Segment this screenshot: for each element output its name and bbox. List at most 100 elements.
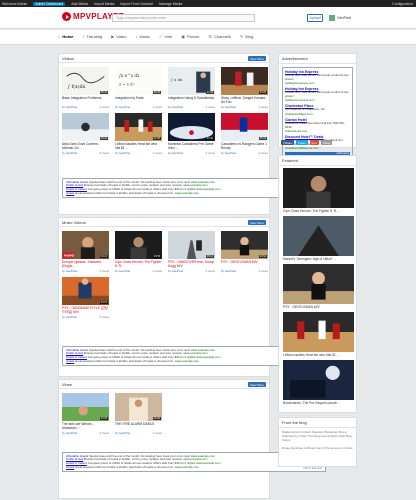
- sidebar-ad-item[interactable]: Charleston Place 205 Meeting St Charlesto…: [285, 104, 350, 116]
- ad-link[interactable]: Hotels in Ireland: [66, 462, 87, 465]
- video-card[interactable]: 03:05 Shaq, LeBron, Dwight Howard All-Fun…: [221, 67, 268, 109]
- video-title[interactable]: PSY - HANGOVER feat. Snoop Dogg M/V: [168, 260, 215, 268]
- video-author[interactable]: by GenPixel: [62, 269, 77, 273]
- share-button[interactable]: Share: [320, 140, 333, 145]
- video-thumbnail[interactable]: ∫x e^x dx u = x dv 06:45: [115, 67, 162, 95]
- admin-dashboard-link[interactable]: Admin Dashboard: [33, 1, 66, 6]
- video-card[interactable]: 05:16 Canadiens vs Rangers Game 1 Recap by…: [221, 113, 268, 155]
- sidebar-ad-item[interactable]: Holiday Inn Express Official Site. Stay S…: [285, 87, 350, 102]
- video-author[interactable]: by GenPixel: [115, 151, 130, 155]
- video-card[interactable]: ∫ u du 09:20 Integration Using U Substitut…: [168, 67, 215, 109]
- featured-title[interactable]: Gym Class Heroes: The Fighter ft. R...: [283, 209, 352, 213]
- featured-thumbnail[interactable]: [283, 264, 354, 304]
- video-thumbnail[interactable]: ∫ u du 09:20: [168, 67, 215, 95]
- video-title[interactable]: The ants are Winnin... #Ireaction ...: [62, 422, 109, 430]
- ad-label[interactable]: Ads by Example: [303, 467, 322, 470]
- user-menu[interactable]: GenPixel: [329, 15, 351, 21]
- video-author[interactable]: by GenPixel: [168, 151, 183, 155]
- video-author[interactable]: by GenPixel: [62, 151, 77, 155]
- featured-title[interactable]: PSY - GENTLEMAN M/V: [283, 305, 352, 309]
- video-thumbnail[interactable]: ∫ f(x)dx 08:31: [62, 67, 109, 95]
- video-card[interactable]: vevo 04:14 Enrique Iglesias - Bailando (En…: [62, 231, 109, 273]
- video-title[interactable]: Enrique Iglesias - Bailando (Englis...: [62, 260, 109, 268]
- video-author[interactable]: by GenPixel: [115, 269, 130, 273]
- video-title[interactable]: Integration by Parts: [115, 96, 162, 104]
- nav-item-blog[interactable]: ✎ Blog: [240, 34, 253, 39]
- nav-item-music[interactable]: ♪ Music: [135, 34, 149, 39]
- add-media-link[interactable]: Add Media: [71, 2, 88, 6]
- nav-item-home[interactable]: ⌂ Home: [58, 34, 74, 39]
- featured-item[interactable]: Borderlands: The Pre-Sequel Launch ...: [283, 360, 354, 405]
- featured-thumbnail[interactable]: [283, 360, 354, 400]
- ad-link[interactable]: Hotels in Ireland: [66, 356, 87, 359]
- video-author[interactable]: by GenPixel: [221, 269, 236, 273]
- share-button[interactable]: Tweet: [296, 140, 308, 145]
- sidebar-ad-item[interactable]: Clarion Hotel Charleston Real Near Hotel …: [285, 118, 350, 133]
- import-youtube-link[interactable]: Import From Youtube: [120, 2, 153, 6]
- video-card[interactable]: ∫x e^x dx u = x dv 06:45 Integration by Par…: [115, 67, 162, 109]
- video-author[interactable]: by GenPixel: [62, 315, 77, 319]
- video-card[interactable]: 00:06 The ants are Winnin... #Ireaction .…: [62, 393, 109, 435]
- ad-link[interactable]: Dublin Hotels: [66, 184, 83, 187]
- import-media-link[interactable]: Import Media: [94, 2, 114, 6]
- ad-link[interactable]: Hotels in Ireland: [66, 188, 87, 191]
- video-title[interactable]: LeBron tackles Heat fan who hits $1 ...: [115, 142, 162, 150]
- featured-title[interactable]: Marvel's "Avengers: Age of Ultron" ...: [283, 257, 352, 261]
- ad-link[interactable]: Affordable Hotels: [66, 455, 88, 458]
- video-title[interactable]: PSY - GENTLEMAN M/V: [221, 260, 268, 268]
- video-thumbnail[interactable]: 04:12: [62, 113, 109, 141]
- ad-link[interactable]: Dublin Hotels: [66, 352, 83, 355]
- ad-link[interactable]: Hotels: [66, 360, 74, 363]
- video-thumbnail[interactable]: 00:06: [115, 393, 162, 421]
- video-title[interactable]: Shaq, LeBron, Dwight Howard All-Fun: [221, 96, 268, 104]
- blog-post-link[interactable]: Dallas Airport Incident Pastrami Bystand…: [279, 428, 356, 444]
- video-card[interactable]: 00:06 THE FIRE ALARM DANCE by GenPixel 3 vi…: [115, 393, 162, 435]
- share-button[interactable]: f Share: [281, 140, 295, 145]
- video-card[interactable]: 03:56 Gym Class Heroes: The Fighter ft. R…: [115, 231, 162, 273]
- video-title[interactable]: Gym Class Heroes: The Fighter ft. R...: [115, 260, 162, 268]
- video-author[interactable]: by GenPixel: [62, 431, 77, 435]
- video-title[interactable]: Alba Dam Ouvk Content - Michael Jul ...: [62, 142, 109, 150]
- ad-link[interactable]: Affordable Hotels: [66, 349, 88, 352]
- ad-link[interactable]: Dublin Hotels: [66, 458, 83, 461]
- nav-item-channels[interactable]: ☰ Channels: [208, 34, 231, 39]
- video-thumbnail[interactable]: vevo 04:14: [62, 231, 109, 259]
- video-card[interactable]: 04:12 Alba Dam Ouvk Content - Michael Jul…: [62, 113, 109, 155]
- featured-item[interactable]: LeBron tackles Heat fan who hits $1 ...: [283, 312, 354, 357]
- video-thumbnail[interactable]: 02:40: [168, 113, 215, 141]
- view-more-button[interactable]: View More: [247, 220, 266, 225]
- view-more-button[interactable]: View More: [247, 382, 266, 387]
- video-title[interactable]: Integration Using U Substitution: [168, 96, 215, 104]
- video-card[interactable]: ∫ f(x)dx 08:31 Basic Integration Problems b…: [62, 67, 109, 109]
- video-author[interactable]: by GenPixel: [221, 105, 236, 109]
- video-thumbnail[interactable]: 01:58: [115, 113, 162, 141]
- ad-link[interactable]: Affordable Hotels: [66, 181, 88, 184]
- configuration-link[interactable]: Configuration: [392, 2, 413, 6]
- share-button[interactable]: G+1: [309, 140, 319, 145]
- video-card[interactable]: 01:58 LeBron tackles Heat fan who hits $1…: [115, 113, 162, 155]
- nav-item-trending[interactable]: ↑ Trending: [83, 34, 103, 39]
- sidebar-ad-item[interactable]: Holiday Inn Express Official Site. Stay S…: [285, 70, 350, 85]
- featured-item[interactable]: Gym Class Heroes: The Fighter ft. R...: [283, 168, 354, 213]
- featured-thumbnail[interactable]: [283, 312, 354, 352]
- video-card[interactable]: 05:12 PSY - HANGOVER feat. Snoop Dogg M/V…: [168, 231, 215, 273]
- featured-thumbnail[interactable]: [283, 216, 354, 256]
- ad-link[interactable]: Hotels: [66, 466, 74, 469]
- nav-item-vine[interactable]: ✓ Vine: [159, 34, 172, 39]
- video-card[interactable]: 04:13 PSY - GANGNAM STYLE (강남스타일) M/V by G…: [62, 277, 109, 319]
- video-title[interactable]: Montreal Canadiens Pre Game Intro ...: [168, 142, 215, 150]
- video-author[interactable]: by GenPixel: [168, 269, 183, 273]
- video-author[interactable]: by GenPixel: [168, 105, 183, 109]
- video-author[interactable]: by GenPixel: [62, 105, 77, 109]
- ad-link[interactable]: Hotels: [66, 192, 74, 195]
- video-thumbnail[interactable]: 00:06: [62, 393, 109, 421]
- video-thumbnail[interactable]: 03:54: [221, 231, 268, 259]
- manage-media-link[interactable]: Manage Media: [159, 2, 182, 6]
- search-input[interactable]: Type a keyword and press enter: [112, 14, 255, 22]
- video-thumbnail[interactable]: 05:12: [168, 231, 215, 259]
- upload-button[interactable]: Upload: [307, 14, 323, 22]
- featured-title[interactable]: Borderlands: The Pre-Sequel Launch ...: [283, 401, 352, 405]
- video-author[interactable]: by GenPixel: [115, 105, 130, 109]
- video-title[interactable]: THE FIRE ALARM DANCE: [115, 422, 162, 430]
- video-title[interactable]: Basic Integration Problems: [62, 96, 109, 104]
